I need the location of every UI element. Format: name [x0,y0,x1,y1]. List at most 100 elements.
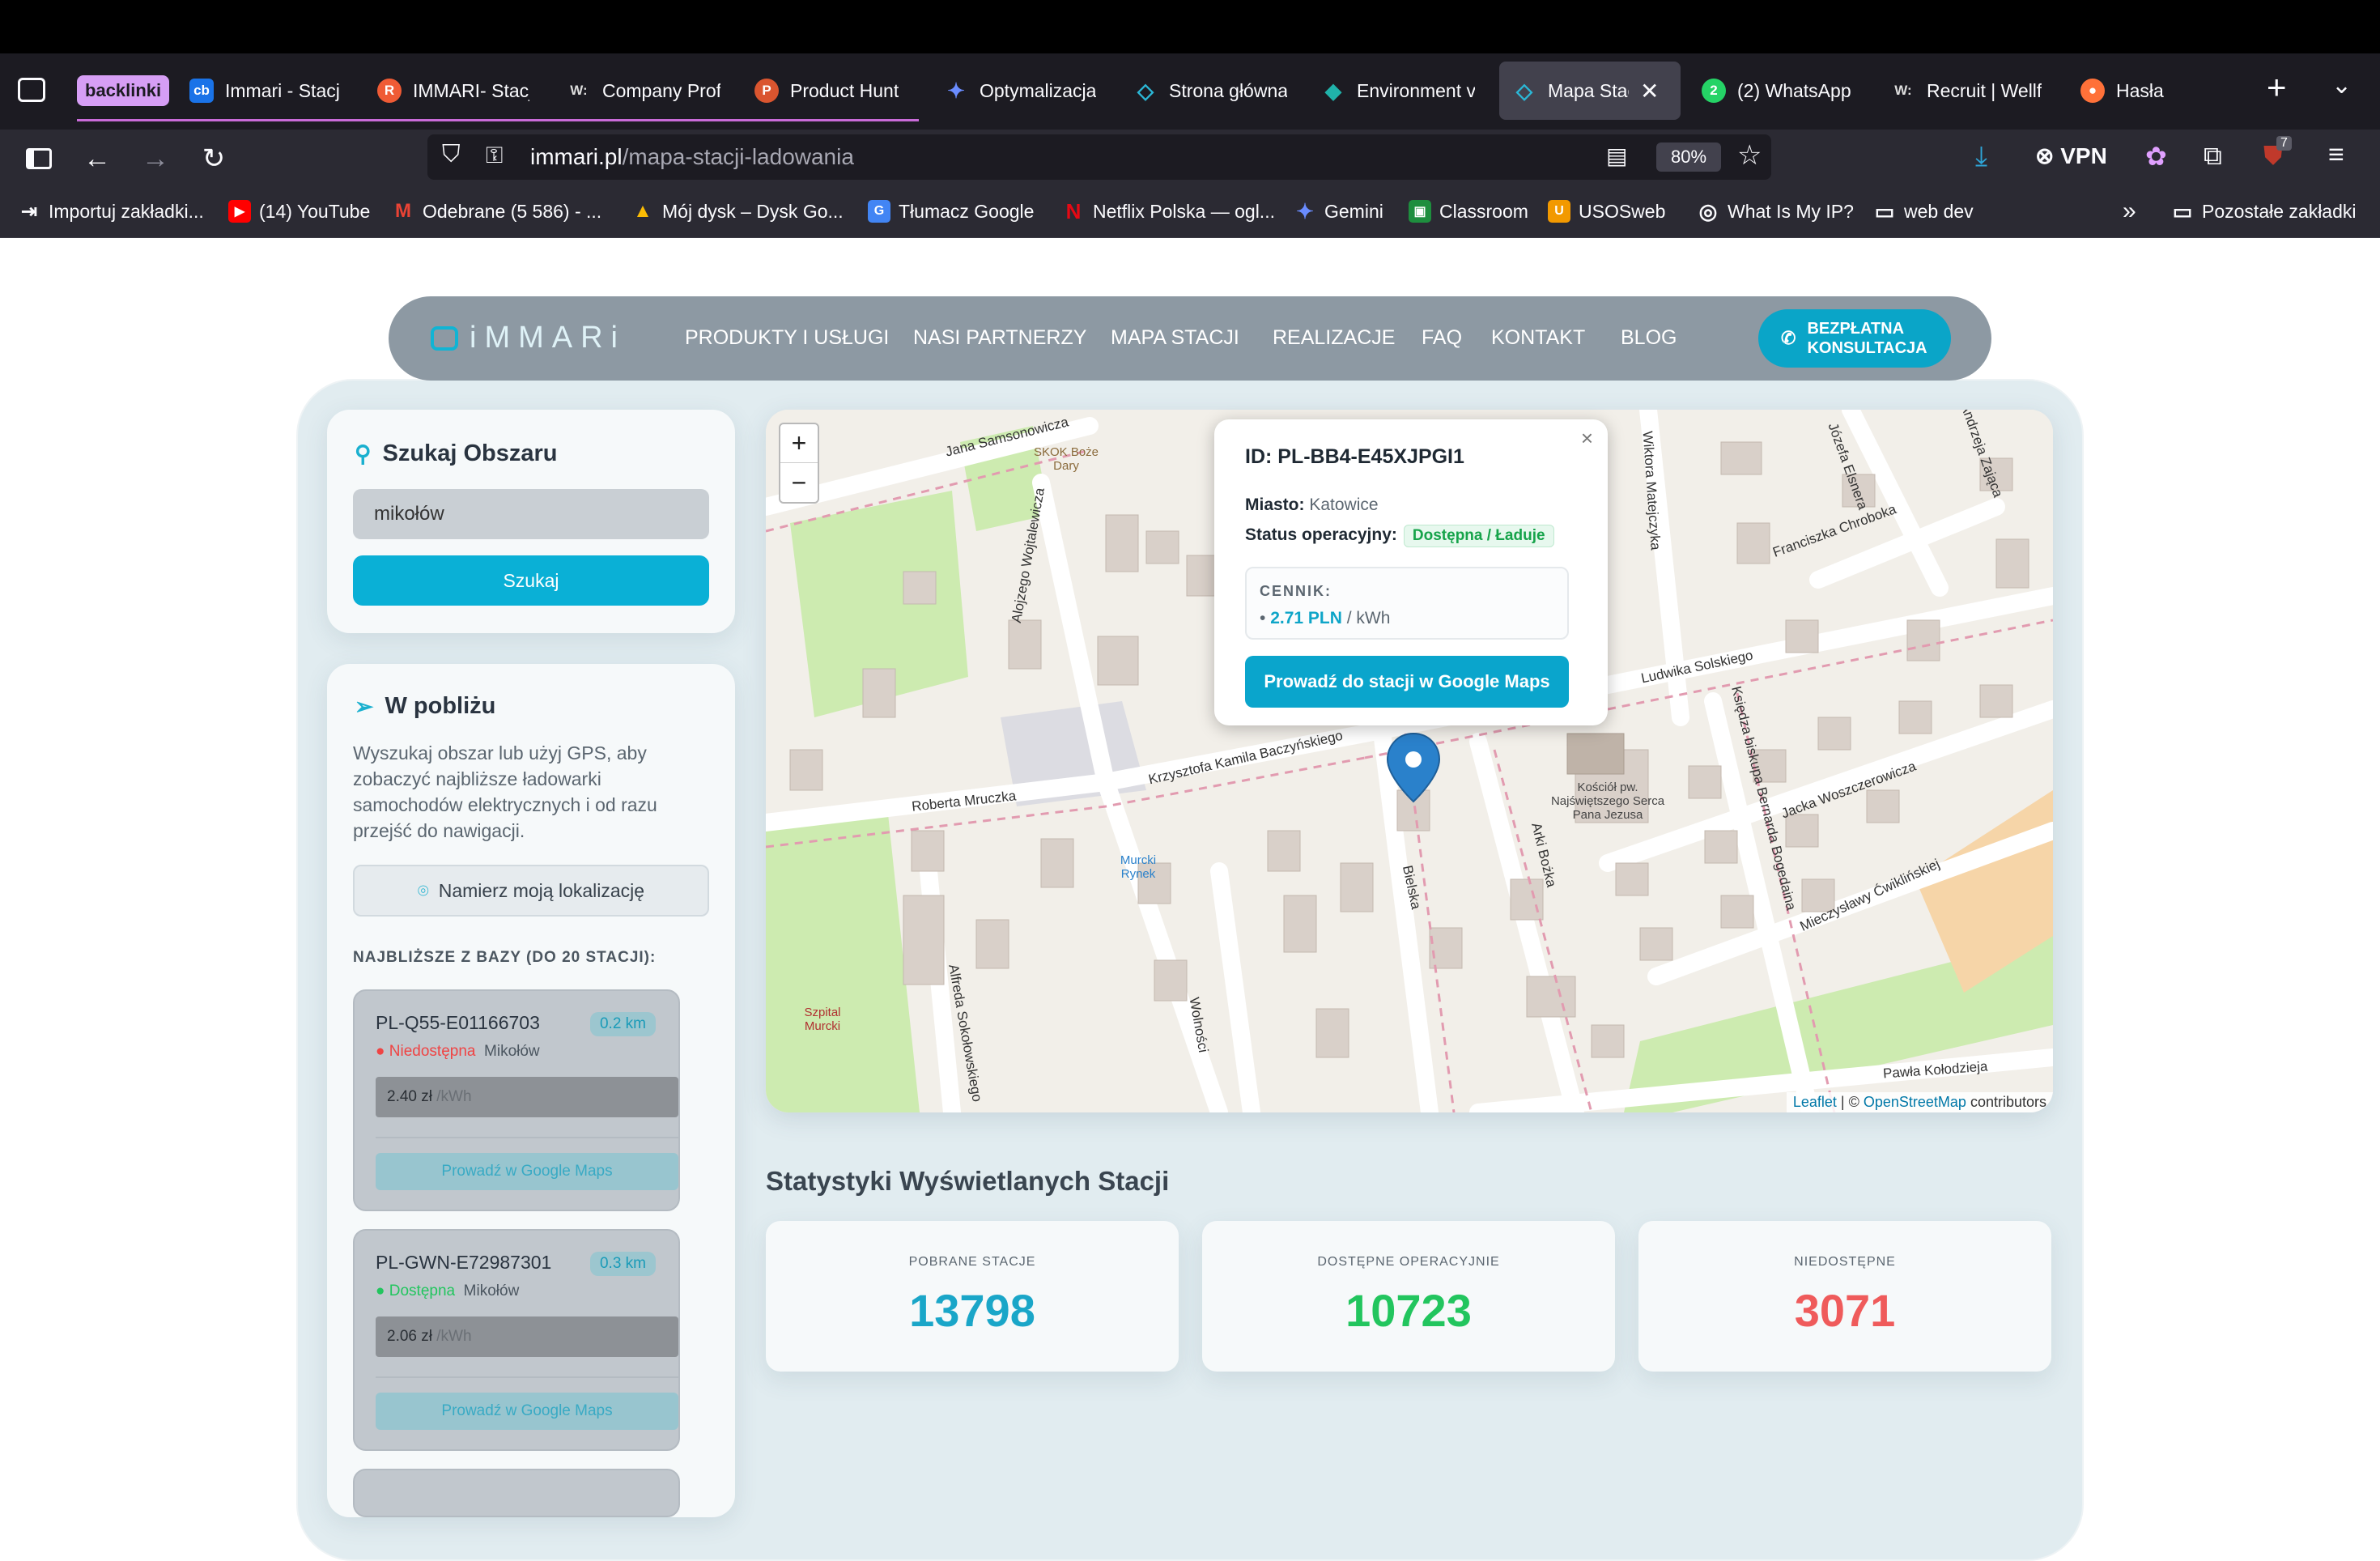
zoom-out-button[interactable]: − [780,463,818,502]
station-popup: × ID: PL-BB4-E45XJPGI1 Miasto: Katowice … [1214,419,1608,725]
immari-logo-icon: ◇ [1516,78,1532,103]
tab-recruit[interactable]: W: Recruit | Wellf [1878,62,2058,120]
navigate-google-maps-button[interactable]: Prowadź do stacji w Google Maps [1245,656,1569,708]
reload-button[interactable]: ↻ [196,141,232,177]
gemini-icon: ✦ [947,78,965,103]
immari-red-icon: R [377,79,402,103]
leaflet-link[interactable]: Leaflet [1793,1094,1837,1110]
search-input[interactable] [353,489,709,539]
tab-group-underline [77,119,919,121]
tab-immari-stacje[interactable]: cb Immari - Stacj [176,62,356,120]
bookmark-import[interactable]: ⇥ Importuj zakładki... [18,198,204,225]
locate-me-button[interactable]: ⌾ Namierz moją lokalizację [353,865,709,917]
immari-logo-icon [431,325,458,351]
stat-label: POBRANE STACJE [908,1255,1036,1269]
bookmark-gemini[interactable]: ✦ Gemini [1294,198,1383,225]
stat-card-available: DOSTĘPNE OPERACYJNIE 10723 [1202,1221,1615,1372]
vpn-button[interactable]: ⊗ VPN [2035,142,2107,169]
tab-strona-glowna[interactable]: ◇ Strona główna [1120,62,1300,120]
close-tab-icon[interactable]: ✕ [1640,78,1659,104]
station-status: ● Niedostępna Mikołów [376,1043,540,1060]
cb-icon: cb [189,79,214,103]
tab-group-backlinki[interactable]: backlinki [77,62,172,120]
bookmark-classroom[interactable]: ▣ Classroom [1409,198,1528,225]
bookmark-whatismyip[interactable]: ◎ What Is My IP? [1697,198,1854,225]
popup-status: Status operacyjny: Dostępna / Ładuje [1245,525,1554,547]
search-icon: ⚲ [355,441,372,466]
back-button[interactable]: ← [79,141,115,177]
nav-kontakt[interactable]: KONTAKT [1491,326,1585,350]
immari-logo[interactable]: iMMARi [431,321,626,355]
url-bar[interactable]: ⛉ ⚿ immari.pl/mapa-stacji-ladowania ▤ 80… [427,134,1771,180]
navigation-arrow-icon: ➢ [355,694,374,719]
bookmark-gmail[interactable]: M Odebrane (5 586) - ... [392,198,601,225]
other-bookmarks[interactable]: ▭ Pozostałe zakładki [2171,198,2357,225]
firefox-icon: ● [2080,79,2105,103]
tab-company-profile[interactable]: W: Company Prof [554,62,733,120]
navigate-google-maps-button[interactable]: Prowadź w Google Maps [376,1153,678,1190]
nav-produkty[interactable]: PRODUKTY I USŁUGI [685,326,889,350]
nearest-stations-header: NAJBLIŻSZE Z BAZY (DO 20 STACJI): [353,949,657,966]
bookmark-usosweb[interactable]: U USOSweb [1548,198,1665,225]
stat-value: 3071 [1794,1285,1896,1336]
poi-label: Szpital Murcki [804,1006,841,1033]
nav-blog[interactable]: BLOG [1621,326,1677,350]
popup-pricing: CENNIK: • 2.71 PLN / kWh [1245,567,1569,640]
station-list-item[interactable]: PL-GWN-E72987301 0.3 km ● Dostępna Mikoł… [353,1229,680,1451]
zoom-in-button[interactable]: + [780,424,818,463]
map-attribution: Leaflet | © OpenStreetMap contributors [1786,1092,2053,1112]
divider [376,1137,678,1138]
downloads-icon[interactable]: ⤓ [1975,141,1987,172]
new-tab-button[interactable]: + [2267,68,2287,107]
immari-logo-icon: ◇ [1137,78,1154,103]
bookmark-webdev[interactable]: ▭ web dev [1873,198,1974,225]
extensions-puzzle-icon[interactable]: ⧉ [2204,141,2222,172]
product-hunt-icon: P [754,79,779,103]
tab-list-icon[interactable] [18,78,45,102]
url-text[interactable]: immari.pl/mapa-stacji-ladowania [530,144,854,170]
os-top-bar [0,0,2380,53]
osm-link[interactable]: OpenStreetMap [1864,1094,1966,1110]
tab-immari-stacje-2[interactable]: R IMMARI- Stacj [364,62,542,120]
tab-list-chevron-icon[interactable]: ⌄ [2331,71,2352,100]
search-button[interactable]: Szukaj [353,555,709,606]
bookmark-netflix[interactable]: N Netflix Polska — ogl... [1062,198,1275,225]
nav-faq[interactable]: FAQ [1422,326,1462,350]
station-id: PL-GWN-E72987301 [376,1252,552,1273]
nav-realizacje[interactable]: REALIZACJE [1273,326,1395,350]
nav-mapa-stacji[interactable]: MAPA STACJI [1111,326,1239,350]
shield-icon[interactable]: ⛉ [442,141,461,168]
drive-icon: ▲ [633,200,652,222]
popup-station-id: ID: PL-BB4-E45XJPGI1 [1245,445,1464,468]
bookmarks-overflow-chevron-icon[interactable]: » [2123,198,2136,225]
sidebar-toggle-icon[interactable] [21,141,57,177]
free-consultation-button[interactable]: ✆ BEZPŁATNA KONSULTACJA [1758,309,1951,368]
site-info-icon[interactable]: ⚿ [486,142,503,169]
navigation-toolbar: ← → ↻ ⛉ ⚿ immari.pl/mapa-stacji-ladowani… [0,130,2380,185]
bookmark-youtube[interactable]: ▶ (14) YouTube [228,198,370,225]
reader-mode-icon[interactable]: ▤ [1606,142,1627,169]
tab-whatsapp[interactable]: 2 (2) WhatsApp [1689,62,1868,120]
nav-partnerzy[interactable]: NASI PARTNERZY [913,326,1086,350]
forward-button[interactable]: → [138,141,173,177]
bookmark-drive[interactable]: ▲ Mój dysk – Dysk Go... [631,198,844,225]
tab-optymalizacja[interactable]: ✦ Optymalizacja [931,62,1111,120]
bookmark-star-icon[interactable]: ☆ [1737,139,1762,172]
station-list-item[interactable] [353,1469,680,1517]
navigate-google-maps-button[interactable]: Prowadź w Google Maps [376,1393,678,1430]
tab-hasla[interactable]: ● Hasła [2068,62,2213,120]
tab-mapa-stacji[interactable]: ◇ Mapa Stacji ✕ [1499,62,1681,120]
poi-label: SKOK Boże Dary [1033,445,1099,473]
tab-product-hunt[interactable]: P Product Hunt [742,62,921,120]
stat-value: 13798 [909,1285,1035,1336]
menu-icon[interactable]: ≡ [2328,139,2344,171]
station-list-item[interactable]: PL-Q55-E01166703 0.2 km ● Niedostępna Mi… [353,989,680,1211]
zoom-level-badge[interactable]: 80% [1656,142,1721,172]
close-popup-icon[interactable]: × [1581,426,1593,451]
poi-label: Murcki Rynek [1120,853,1157,881]
bookmark-translate[interactable]: G Tłumacz Google [868,198,1034,225]
extension-icon[interactable]: ✿ [2145,141,2167,172]
tab-environment[interactable]: ◆ Environment v [1308,62,1488,120]
usosweb-icon: U [1548,200,1570,223]
whatsapp-icon: 2 [1702,79,1726,103]
